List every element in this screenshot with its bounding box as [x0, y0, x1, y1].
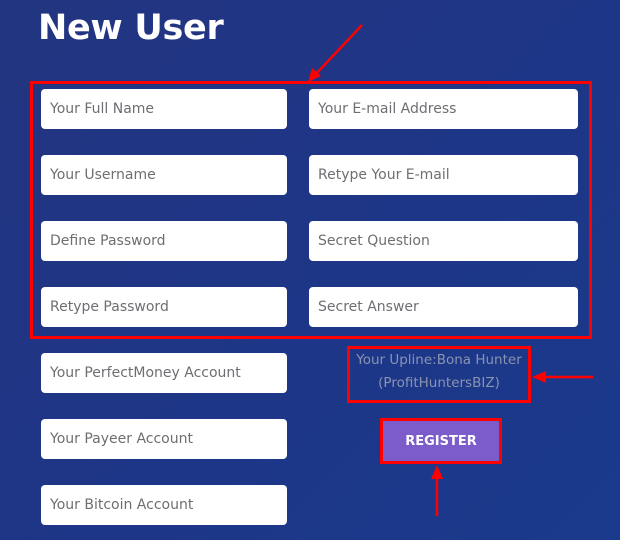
arrow-to-main-fields: [308, 24, 363, 82]
secret-answer-input[interactable]: [309, 287, 578, 327]
full-name-input[interactable]: [41, 89, 287, 129]
bitcoin-account-input[interactable]: [41, 485, 287, 525]
upline-name: Your Upline:Bona Hunter: [356, 352, 522, 368]
password-input[interactable]: [41, 221, 287, 261]
perfectmoney-account-input[interactable]: [41, 353, 287, 393]
username-input[interactable]: [41, 155, 287, 195]
upline-info: Your Upline:Bona Hunter (ProfitHuntersBI…: [348, 347, 530, 403]
page-title: New User: [38, 8, 224, 48]
retype-email-input[interactable]: [309, 155, 578, 195]
upline-group: (ProfitHuntersBIZ): [378, 375, 500, 391]
retype-password-input[interactable]: [41, 287, 287, 327]
secret-question-input[interactable]: [309, 221, 578, 261]
register-button[interactable]: REGISTER: [383, 421, 499, 461]
arrow-to-register: [431, 465, 443, 516]
payeer-account-input[interactable]: [41, 419, 287, 459]
email-input[interactable]: [309, 89, 578, 129]
arrow-to-upline: [532, 371, 593, 383]
